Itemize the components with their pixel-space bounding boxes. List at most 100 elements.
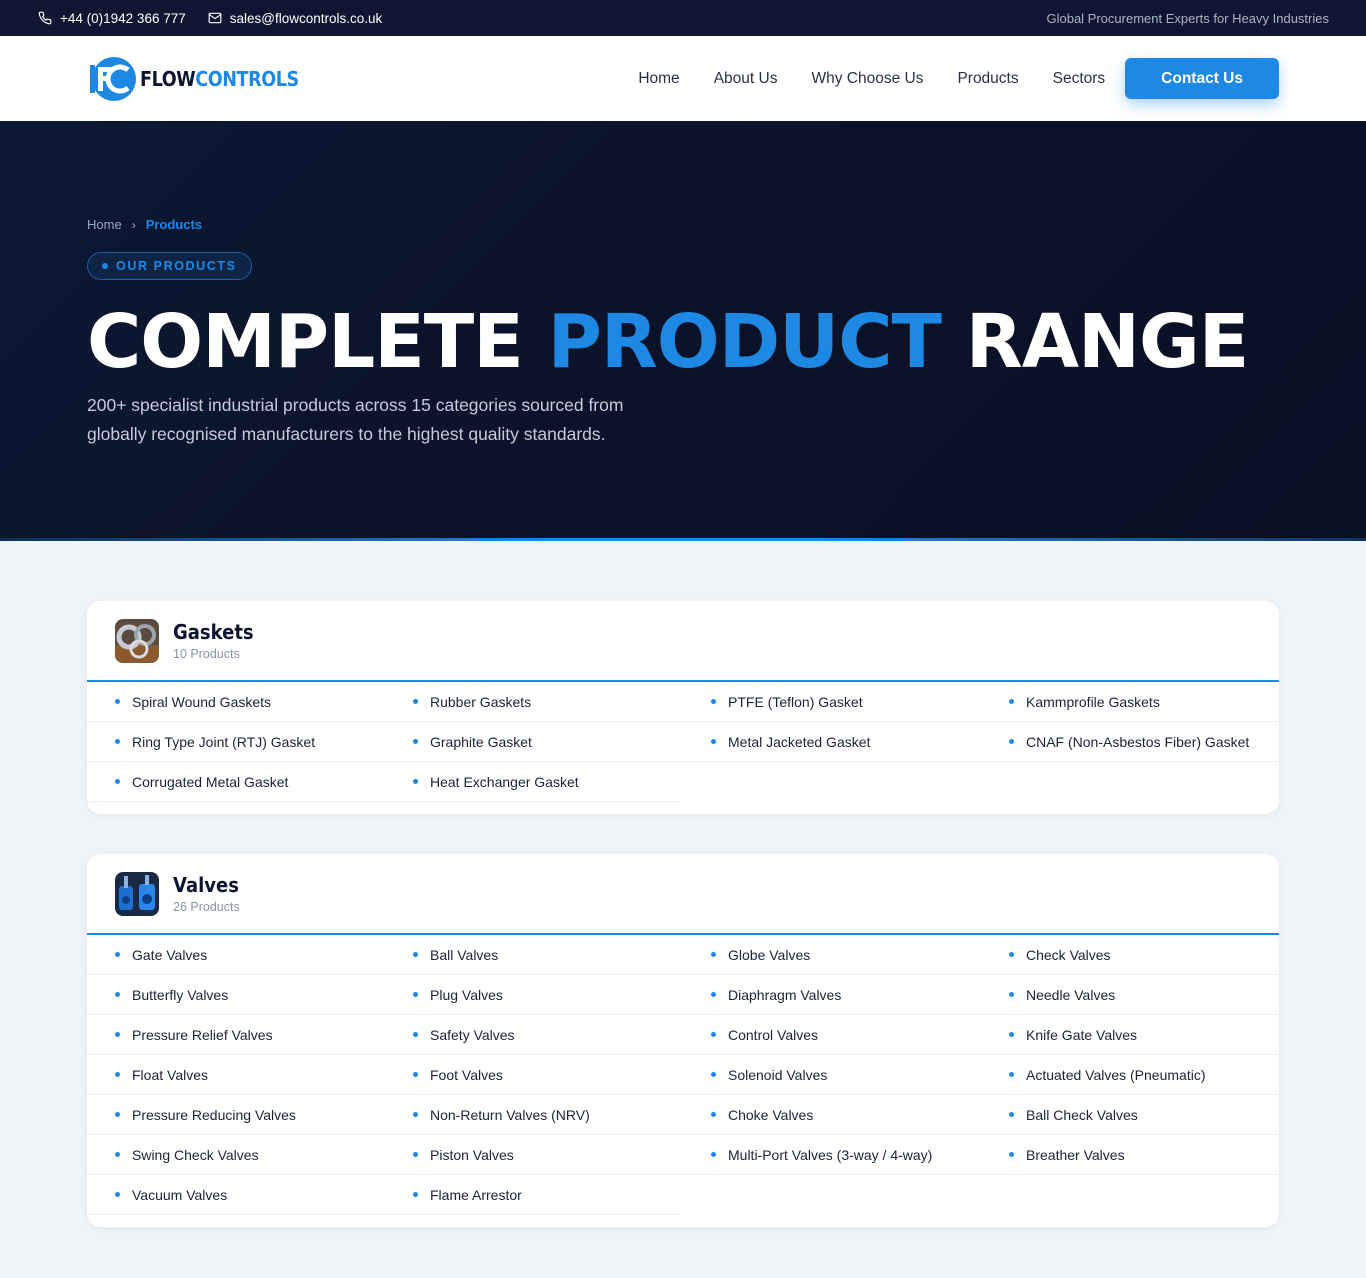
bullet-icon bbox=[115, 1112, 120, 1117]
product-item[interactable]: Multi-Port Valves (3-way / 4-way) bbox=[683, 1135, 981, 1175]
email-link[interactable]: sales@flowcontrols.co.uk bbox=[208, 10, 383, 26]
page-title: COMPLETE PRODUCT RANGE bbox=[87, 299, 1250, 385]
product-label: Needle Valves bbox=[1026, 986, 1116, 1003]
nav-about-us[interactable]: About Us bbox=[714, 70, 778, 88]
logo[interactable]: FLOWCONTROLS bbox=[88, 55, 320, 103]
breadcrumb-home[interactable]: Home bbox=[87, 217, 122, 232]
product-label: Solenoid Valves bbox=[728, 1066, 828, 1083]
product-item[interactable]: Pressure Relief Valves bbox=[87, 1015, 385, 1055]
nav-why-choose-us[interactable]: Why Choose Us bbox=[811, 70, 923, 88]
product-item[interactable]: Plug Valves bbox=[385, 975, 683, 1015]
nav-home[interactable]: Home bbox=[638, 70, 679, 88]
product-label: Gate Valves bbox=[132, 946, 208, 963]
product-item[interactable]: CNAF (Non-Asbestos Fiber) Gasket bbox=[981, 722, 1279, 762]
title-part2: RANGE bbox=[941, 299, 1250, 385]
mail-icon bbox=[208, 12, 222, 24]
email-address: sales@flowcontrols.co.uk bbox=[229, 10, 383, 26]
product-item[interactable]: Needle Valves bbox=[981, 975, 1279, 1015]
bullet-icon bbox=[413, 699, 418, 704]
product-item[interactable]: Choke Valves bbox=[683, 1095, 981, 1135]
bullet-icon bbox=[711, 699, 716, 704]
product-item[interactable]: Corrugated Metal Gasket bbox=[87, 762, 385, 802]
product-label: Rubber Gaskets bbox=[430, 693, 532, 710]
product-label: Ring Type Joint (RTJ) Gasket bbox=[132, 733, 316, 750]
logo-text-controls: CONTROLS bbox=[195, 66, 299, 91]
product-item[interactable]: Solenoid Valves bbox=[683, 1055, 981, 1095]
breadcrumb-current: Products bbox=[145, 217, 203, 232]
section-badge: OUR PRODUCTS bbox=[87, 252, 252, 280]
product-label: Check Valves bbox=[1026, 946, 1111, 963]
bullet-icon bbox=[115, 992, 120, 997]
product-item[interactable]: Flame Arrestor bbox=[385, 1175, 683, 1215]
bullet-icon bbox=[115, 779, 120, 784]
title-part1: COMPLETE bbox=[87, 299, 548, 385]
product-item[interactable]: Kammprofile Gaskets bbox=[981, 682, 1279, 722]
product-item[interactable]: Safety Valves bbox=[385, 1015, 683, 1055]
product-item[interactable]: Non-Return Valves (NRV) bbox=[385, 1095, 683, 1135]
product-label: Non-Return Valves (NRV) bbox=[430, 1106, 590, 1123]
product-item[interactable]: Ball Check Valves bbox=[981, 1095, 1279, 1135]
bullet-icon bbox=[1009, 1152, 1014, 1157]
category-card-gaskets: Gaskets 10 Products Spiral Wound Gaskets… bbox=[87, 601, 1279, 814]
product-item[interactable]: Actuated Valves (Pneumatic) bbox=[981, 1055, 1279, 1095]
phone-link[interactable]: +44 (0)1942 366 777 bbox=[38, 11, 186, 26]
product-grid: Spiral Wound Gaskets Rubber Gaskets PTFE… bbox=[87, 682, 1279, 814]
product-item[interactable]: PTFE (Teflon) Gasket bbox=[683, 682, 981, 722]
product-label: Kammprofile Gaskets bbox=[1026, 693, 1160, 710]
bullet-icon bbox=[711, 952, 716, 957]
product-item[interactable]: Control Valves bbox=[683, 1015, 981, 1055]
product-label: Spiral Wound Gaskets bbox=[132, 693, 272, 710]
categories-list: Gaskets 10 Products Spiral Wound Gaskets… bbox=[0, 541, 1366, 1227]
product-label: Swing Check Valves bbox=[132, 1146, 259, 1163]
product-item[interactable]: Check Valves bbox=[981, 935, 1279, 975]
bullet-icon bbox=[413, 1112, 418, 1117]
gaskets-thumbnail bbox=[115, 618, 159, 663]
bullet-icon bbox=[711, 992, 716, 997]
product-item[interactable]: Knife Gate Valves bbox=[981, 1015, 1279, 1055]
product-label: Safety Valves bbox=[430, 1026, 515, 1043]
bullet-icon bbox=[413, 779, 418, 784]
product-item[interactable]: Globe Valves bbox=[683, 935, 981, 975]
empty-cell bbox=[981, 762, 1279, 802]
product-item[interactable]: Metal Jacketed Gasket bbox=[683, 722, 981, 762]
product-item[interactable]: Pressure Reducing Valves bbox=[87, 1095, 385, 1135]
phone-icon bbox=[38, 11, 52, 25]
product-item[interactable]: Gate Valves bbox=[87, 935, 385, 975]
product-label: Actuated Valves (Pneumatic) bbox=[1026, 1066, 1206, 1083]
contact-us-button[interactable]: Contact Us bbox=[1125, 58, 1279, 99]
product-item[interactable]: Ring Type Joint (RTJ) Gasket bbox=[87, 722, 385, 762]
product-item[interactable]: Butterfly Valves bbox=[87, 975, 385, 1015]
bullet-icon bbox=[1009, 1112, 1014, 1117]
product-item[interactable]: Diaphragm Valves bbox=[683, 975, 981, 1015]
product-label: CNAF (Non-Asbestos Fiber) Gasket bbox=[1026, 733, 1250, 750]
product-item[interactable]: Swing Check Valves bbox=[87, 1135, 385, 1175]
product-label: Corrugated Metal Gasket bbox=[132, 773, 289, 790]
product-item[interactable]: Heat Exchanger Gasket bbox=[385, 762, 683, 802]
hero-description: 200+ specialist industrial products acro… bbox=[87, 395, 624, 444]
nav-products[interactable]: Products bbox=[957, 70, 1018, 88]
bullet-icon bbox=[115, 1032, 120, 1037]
bullet-icon bbox=[711, 739, 716, 744]
nav-sectors[interactable]: Sectors bbox=[1053, 70, 1106, 88]
product-item[interactable]: Vacuum Valves bbox=[87, 1175, 385, 1215]
bullet-icon bbox=[711, 1032, 716, 1037]
product-item[interactable]: Ball Valves bbox=[385, 935, 683, 975]
product-item[interactable]: Rubber Gaskets bbox=[385, 682, 683, 722]
product-item[interactable]: Float Valves bbox=[87, 1055, 385, 1095]
site-header: FLOWCONTROLS Home About Us Why Choose Us… bbox=[0, 36, 1366, 121]
bullet-icon bbox=[413, 739, 418, 744]
product-item[interactable]: Breather Valves bbox=[981, 1135, 1279, 1175]
product-item[interactable]: Foot Valves bbox=[385, 1055, 683, 1095]
bullet-icon bbox=[1009, 1032, 1014, 1037]
product-item[interactable]: Piston Valves bbox=[385, 1135, 683, 1175]
bullet-icon bbox=[115, 1072, 120, 1077]
logo-mark-icon bbox=[90, 56, 136, 101]
bullet-icon bbox=[1009, 992, 1014, 997]
product-label: Choke Valves bbox=[728, 1106, 814, 1123]
product-label: Pressure Reducing Valves bbox=[132, 1106, 296, 1123]
chevron-right-icon: › bbox=[131, 217, 136, 232]
hero-section: Home › Products OUR PRODUCTS COMPLETE PR… bbox=[0, 121, 1366, 541]
product-label: Control Valves bbox=[728, 1026, 819, 1043]
product-item[interactable]: Graphite Gasket bbox=[385, 722, 683, 762]
product-item[interactable]: Spiral Wound Gaskets bbox=[87, 682, 385, 722]
